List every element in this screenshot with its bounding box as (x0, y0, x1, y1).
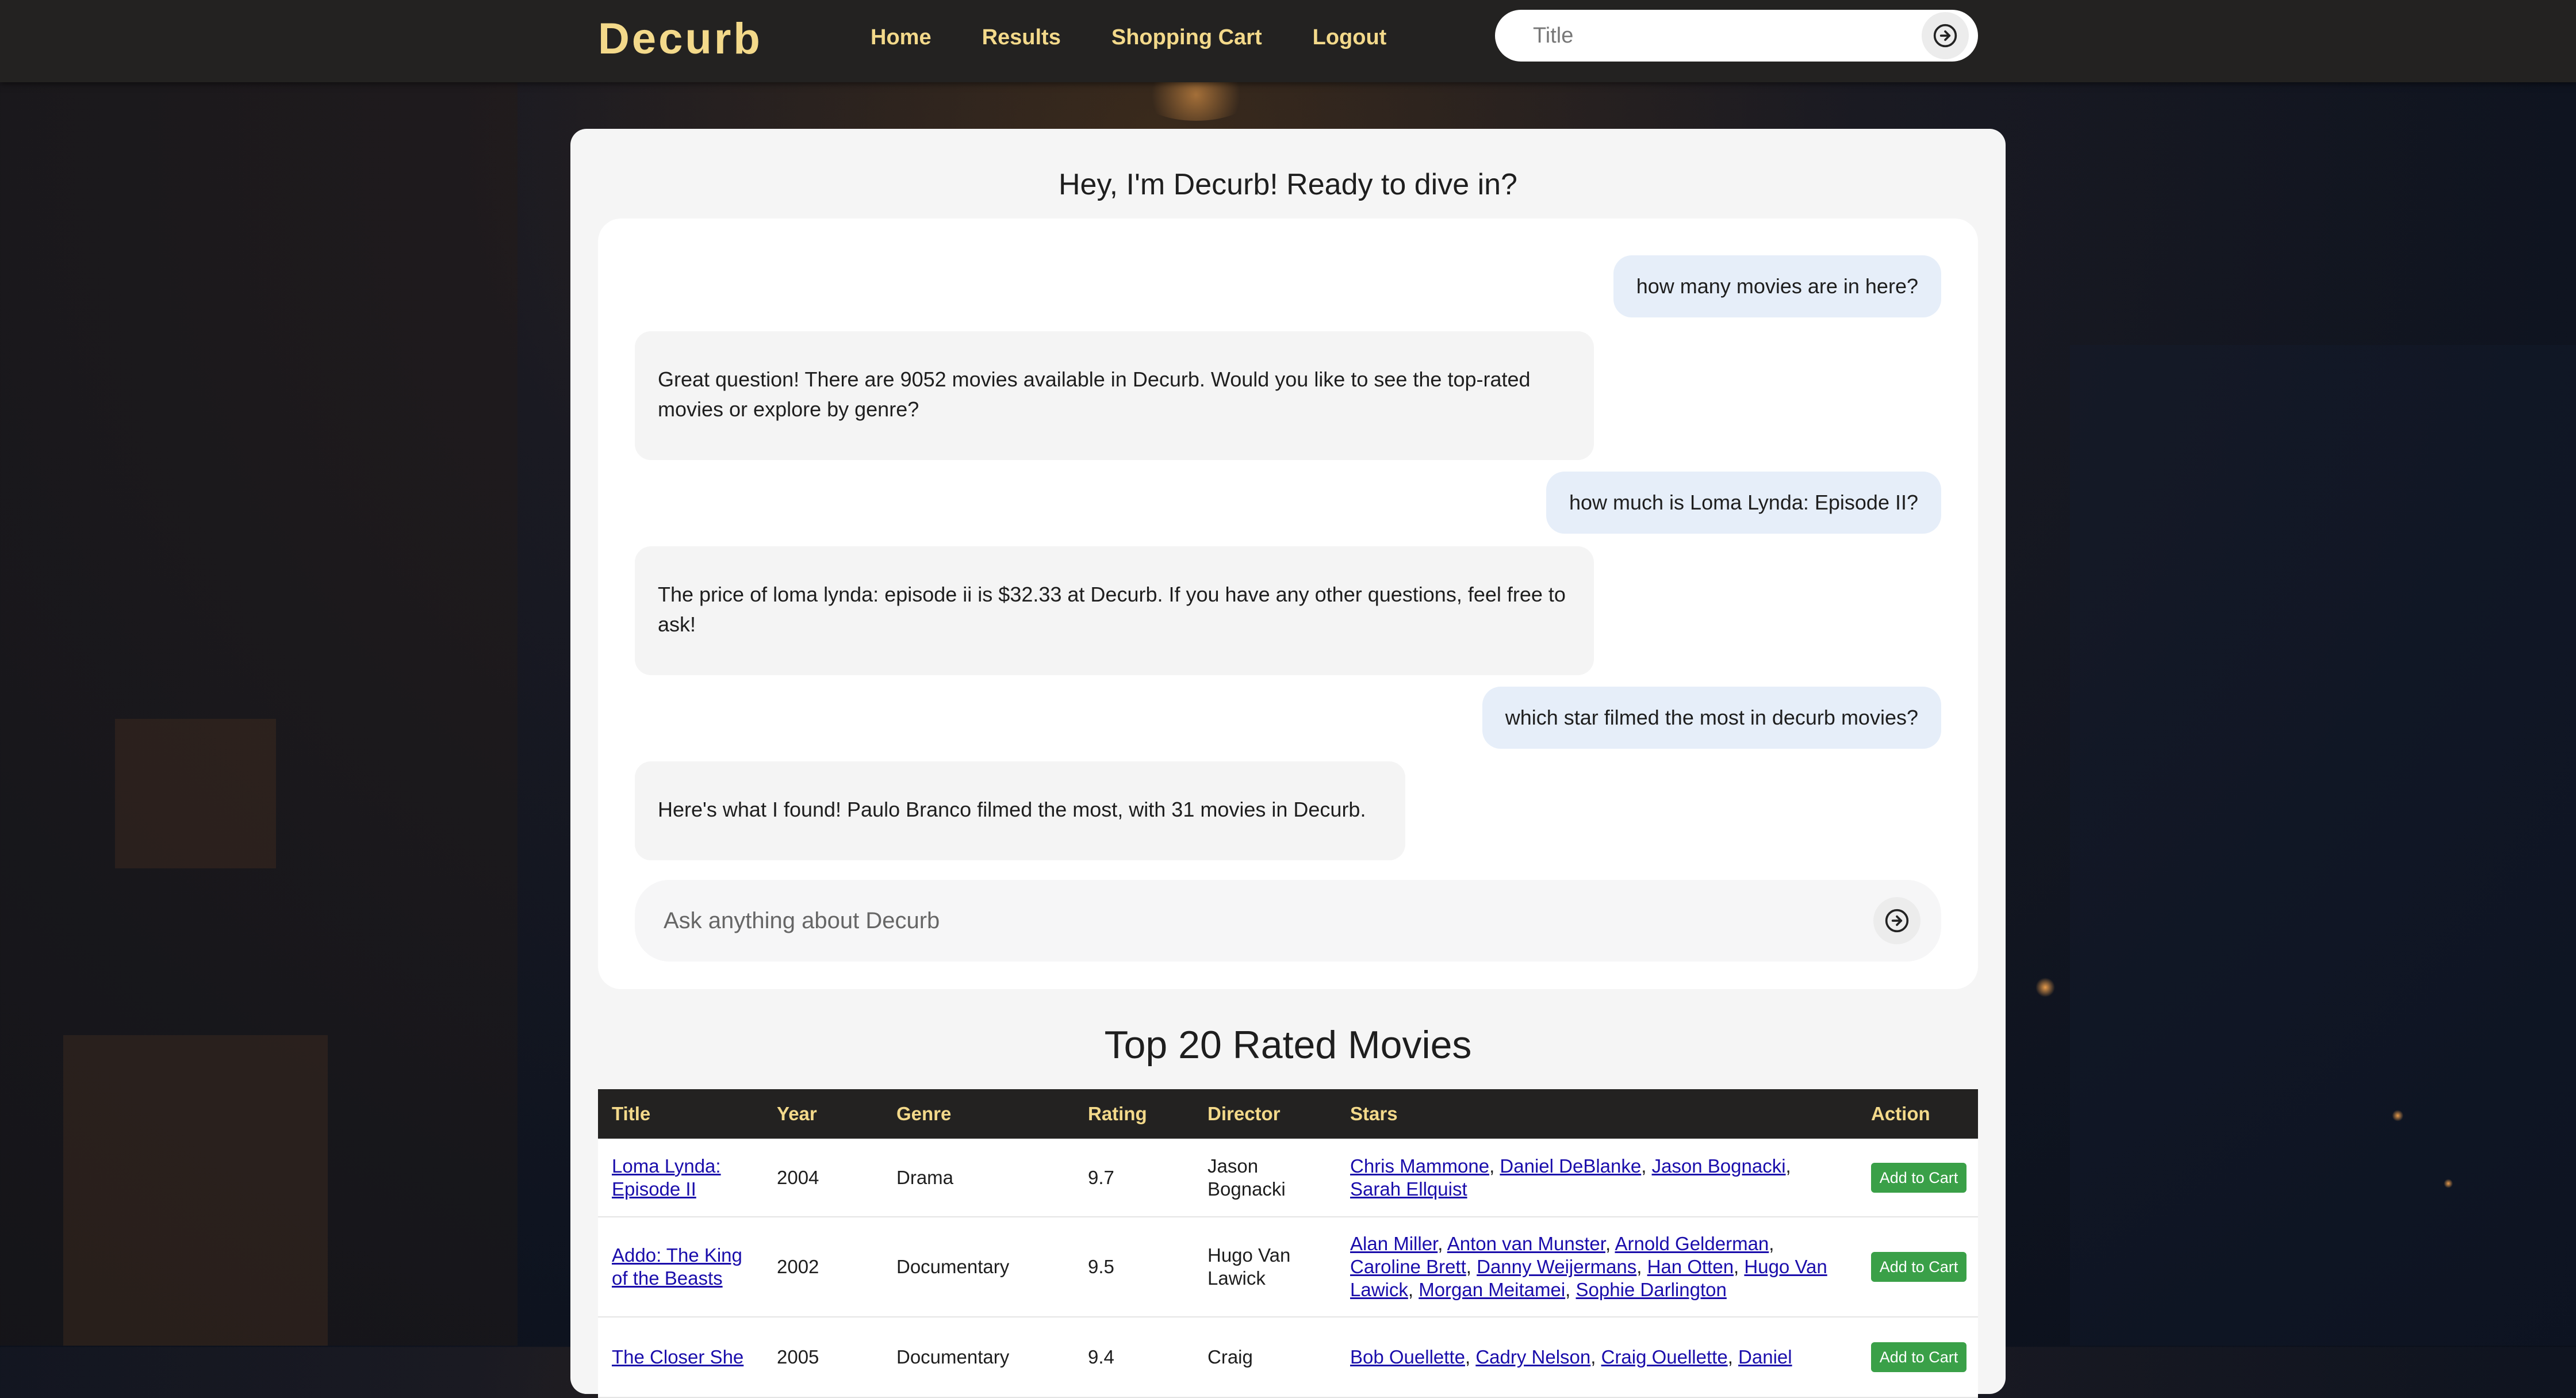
nav-results[interactable]: Results (982, 23, 1061, 52)
movie-genre: Documentary (883, 1217, 1074, 1317)
star-link[interactable]: Sarah Ellquist (1350, 1178, 1467, 1200)
chat-input-bar (635, 880, 1941, 962)
top-movies-title: Top 20 Rated Movies (1104, 1023, 1472, 1067)
chat-message-bot: The price of loma lynda: episode ii is $… (635, 546, 1594, 675)
top-nav-bar: Decurb Home Results Shopping Cart Logout (0, 0, 2576, 82)
chat-message-user: how many movies are in here? (1613, 255, 1941, 317)
movie-title-link[interactable]: The Closer She (612, 1346, 743, 1368)
star-link[interactable]: Daniel (1738, 1346, 1792, 1368)
star-link[interactable]: Jason Bognacki (1652, 1155, 1786, 1177)
star-link[interactable]: Arnold Gelderman (1615, 1233, 1769, 1254)
table-row: The Closer She 2005 Documentary 9.4 Crai… (598, 1317, 1978, 1398)
main-nav: Home Results Shopping Cart Logout (871, 23, 1386, 52)
movie-stars: Bob Ouellette, Cadry Nelson, Craig Ouell… (1336, 1317, 1857, 1398)
column-header-year: Year (763, 1089, 883, 1139)
chat-message-user: how much is Loma Lynda: Episode II? (1546, 472, 1941, 534)
chat-window: how many movies are in here? Great quest… (598, 219, 1978, 989)
star-link[interactable]: Craig Ouellette (1601, 1346, 1728, 1368)
star-link[interactable]: Danny Weijermans (1477, 1256, 1636, 1277)
arrow-right-circle-icon (1933, 24, 1957, 48)
chat-input[interactable] (662, 907, 1815, 934)
chat-message-bot: Here's what I found! Paulo Branco filmed… (635, 761, 1405, 860)
chat-heading: Hey, I'm Decurb! Ready to dive in? (1059, 168, 1517, 201)
nav-shopping-cart[interactable]: Shopping Cart (1111, 23, 1262, 52)
table-row: Loma Lynda: Episode II 2004 Drama 9.7 Ja… (598, 1139, 1978, 1217)
movie-stars: Alan Miller, Anton van Munster, Arnold G… (1336, 1217, 1857, 1317)
title-search-bar (1495, 10, 1978, 62)
movie-director: Jason Bognacki (1194, 1139, 1336, 1217)
star-link[interactable]: Cadry Nelson (1475, 1346, 1590, 1368)
column-header-rating: Rating (1074, 1089, 1194, 1139)
star-link[interactable]: Chris Mammone (1350, 1155, 1489, 1177)
movie-genre: Drama (883, 1139, 1074, 1217)
star-link[interactable]: Bob Ouellette (1350, 1346, 1465, 1368)
movie-director: Hugo Van Lawick (1194, 1217, 1336, 1317)
nav-logout[interactable]: Logout (1313, 23, 1387, 52)
column-header-director: Director (1194, 1089, 1336, 1139)
nav-home[interactable]: Home (871, 23, 931, 52)
arrow-right-circle-icon (1885, 909, 1909, 933)
title-search-input[interactable] (1532, 22, 1891, 49)
movie-rating: 9.5 (1074, 1217, 1194, 1317)
star-link[interactable]: Morgan Meitamei (1419, 1279, 1565, 1300)
movie-genre: Documentary (883, 1317, 1074, 1398)
movie-title-link[interactable]: Addo: The King of the Beasts (612, 1244, 742, 1289)
movie-year: 2005 (763, 1317, 883, 1398)
brand-logo[interactable]: Decurb (598, 10, 762, 68)
star-link[interactable]: Daniel DeBlanke (1500, 1155, 1641, 1177)
star-link[interactable]: Alan Miller (1350, 1233, 1438, 1254)
main-panel: Hey, I'm Decurb! Ready to dive in? how m… (570, 129, 2006, 1398)
movie-year: 2002 (763, 1217, 883, 1317)
column-header-action: Action (1857, 1089, 1978, 1139)
movie-year: 2004 (763, 1139, 883, 1217)
star-link[interactable]: Caroline Brett (1350, 1256, 1466, 1277)
add-to-cart-button[interactable]: Add to Cart (1871, 1252, 1966, 1282)
chat-message-bot: Great question! There are 9052 movies av… (635, 331, 1594, 460)
star-link[interactable]: Anton van Munster (1447, 1233, 1605, 1254)
movie-director: Craig (1194, 1317, 1336, 1398)
table-row: Addo: The King of the Beasts 2002 Docume… (598, 1217, 1978, 1317)
movie-title-link[interactable]: Loma Lynda: Episode II (612, 1155, 721, 1200)
column-header-stars: Stars (1336, 1089, 1857, 1139)
column-header-title: Title (598, 1089, 763, 1139)
movie-stars: Chris Mammone, Daniel DeBlanke, Jason Bo… (1336, 1139, 1857, 1217)
add-to-cart-button[interactable]: Add to Cart (1871, 1162, 1966, 1193)
star-link[interactable]: Sophie Darlington (1576, 1279, 1727, 1300)
column-header-genre: Genre (883, 1089, 1074, 1139)
chat-message-user: which star filmed the most in decurb mov… (1482, 687, 1941, 749)
top-movies-table: Title Year Genre Rating Director Stars A… (598, 1089, 1978, 1398)
movie-rating: 9.7 (1074, 1139, 1194, 1217)
title-search-submit-button[interactable] (1922, 12, 1969, 59)
chat-send-button[interactable] (1873, 897, 1920, 944)
star-link[interactable]: Han Otten (1647, 1256, 1734, 1277)
table-header-row: Title Year Genre Rating Director Stars A… (598, 1089, 1978, 1139)
movie-rating: 9.4 (1074, 1317, 1194, 1398)
